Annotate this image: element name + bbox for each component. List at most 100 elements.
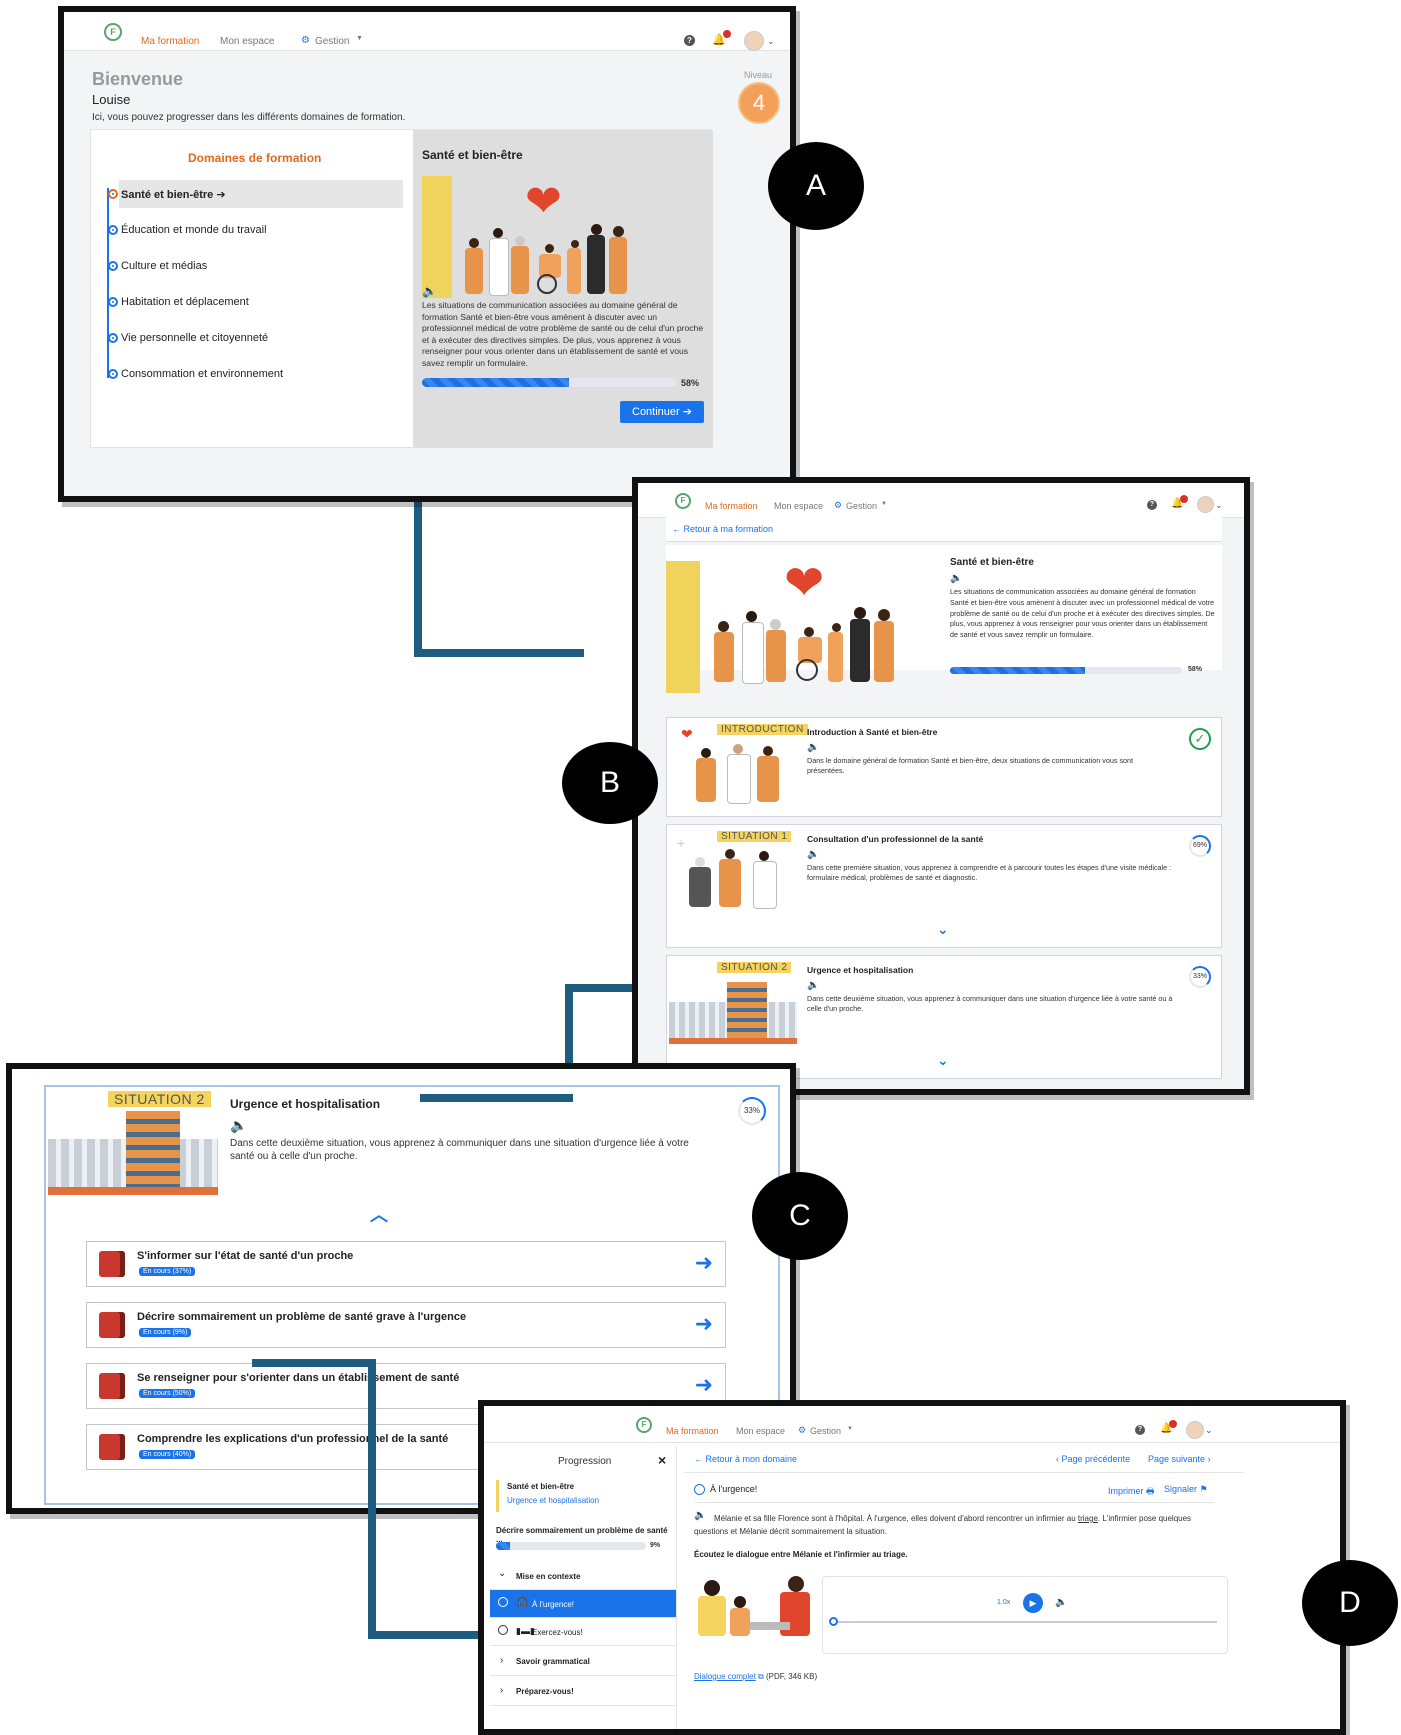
help-icon[interactable]: ? [1147, 500, 1157, 510]
avatar[interactable] [744, 31, 764, 51]
chevron-down-icon: ⌄ [1215, 500, 1223, 510]
situation-card-2[interactable]: SITUATION 2 Urgence et hospitalisation 🔈… [666, 955, 1222, 1079]
section-row[interactable]: ⌄ Mise en contexte [490, 1562, 676, 1590]
chevron-down-icon: ⌄ [498, 1568, 507, 1579]
continue-button[interactable]: Continuer ➔ [620, 401, 704, 423]
illustration-bar [666, 561, 700, 693]
chevron-down-icon[interactable]: ⌄ [937, 1052, 949, 1069]
radio-dot-icon [108, 225, 118, 235]
domain-progress-bar [422, 378, 676, 387]
nav-mon-espace[interactable]: Mon espace [736, 1426, 785, 1436]
chevron-right-icon: › [500, 1655, 504, 1666]
gear-icon: ⚙ [301, 35, 310, 46]
nav-gestion[interactable]: Gestion [315, 36, 349, 47]
speaker-icon[interactable]: 🔈 [807, 742, 819, 753]
health-illustration: ❤ [708, 555, 898, 685]
breadcrumb-bar: ← Retour à ma formation [666, 517, 1222, 542]
prev-page-link[interactable]: ‹ Page précédente [1056, 1454, 1130, 1464]
domain-item[interactable]: Éducation et monde du travail [108, 224, 267, 236]
avatar[interactable] [1186, 1421, 1204, 1439]
top-nav: F Ma formation Mon espace ⚙ Gestion ▼ ? … [484, 1406, 1340, 1443]
activity-row[interactable]: ▮▬▮ Exercez-vous! [490, 1618, 676, 1646]
nav-mon-espace[interactable]: Mon espace [774, 501, 823, 511]
sidebar-title: Progression [558, 1456, 612, 1467]
domain-item[interactable]: Vie personnelle et citoyenneté [108, 332, 268, 344]
domain-item[interactable]: Habitation et déplacement [108, 296, 249, 308]
situation-card-intro[interactable]: ❤ INTRODUCTION Introduction à Santé et b… [666, 717, 1222, 817]
bell-icon[interactable]: 🔔 [1160, 1420, 1178, 1434]
callout-d: D [1302, 1560, 1398, 1646]
help-icon[interactable]: ? [684, 35, 695, 46]
back-link[interactable]: ← Retour à mon domaine [694, 1454, 797, 1464]
nav-ma-formation[interactable]: Ma formation [705, 501, 758, 511]
speaker-icon[interactable]: 🔈 [807, 849, 819, 860]
speaker-icon[interactable]: 🔈 [422, 284, 437, 298]
situation-text: Dans cette deuxième situation, vous appr… [230, 1138, 689, 1162]
audio-player: 1.0x ▶ 🔈 [822, 1576, 1228, 1654]
domain-item[interactable]: Culture et médias [108, 260, 207, 272]
app-logo[interactable]: F [675, 493, 691, 509]
back-link[interactable]: ← Retour à ma formation [672, 524, 773, 534]
nav-ma-formation[interactable]: Ma formation [666, 1426, 719, 1436]
avatar[interactable] [1197, 496, 1214, 513]
lesson-row[interactable]: Décrire sommairement un problème de sant… [86, 1302, 726, 1348]
radio-dot-icon [108, 189, 118, 199]
book-icon [99, 1373, 125, 1399]
print-button[interactable]: Imprimer 🖶 [1108, 1484, 1155, 1500]
lesson-title: S'informer sur l'état de santé d'un proc… [137, 1250, 354, 1262]
nav-gestion[interactable]: Gestion [846, 501, 877, 511]
nav-mon-espace[interactable]: Mon espace [220, 36, 274, 47]
context-paragraph: Mélanie et sa fille Florence sont à l'hô… [694, 1514, 1192, 1536]
arrow-right-icon[interactable]: ➜ [695, 1311, 713, 1337]
arrow-right-icon[interactable]: ➜ [695, 1250, 713, 1276]
play-button[interactable]: ▶ [1023, 1593, 1043, 1613]
chevron-right-icon: › [500, 1685, 504, 1696]
domain-item[interactable]: Consommation et environnement [108, 368, 283, 380]
section-row[interactable]: › Préparez-vous! [490, 1676, 676, 1706]
situation-card-1[interactable]: + SITUATION 1 Consultation d'un professi… [666, 824, 1222, 948]
printer-icon: 🖶 [1146, 1486, 1155, 1496]
hospital-illustration [669, 980, 797, 1044]
report-button[interactable]: Signaler ⚑ [1164, 1484, 1208, 1495]
app-logo[interactable]: F [636, 1417, 652, 1433]
domain-header: ❤ Santé et bien-être 🔈 Les situations de… [666, 545, 1222, 693]
help-icon[interactable]: ? [1135, 1425, 1145, 1435]
volume-icon[interactable]: 🔈 [1055, 1597, 1067, 1608]
chevron-up-icon[interactable]: ︿ [370, 1201, 388, 1227]
chevron-down-icon[interactable]: ⌄ [937, 921, 949, 938]
section-row[interactable]: › Savoir grammatical [490, 1646, 676, 1676]
close-icon[interactable]: × [658, 1452, 666, 1468]
triage-link[interactable]: triage [1078, 1514, 1098, 1523]
lesson-row[interactable]: S'informer sur l'état de santé d'un proc… [86, 1241, 726, 1287]
radio-dot-icon [108, 261, 118, 271]
card-title: Introduction à Santé et bien-être [807, 727, 938, 737]
user-name: Louise [92, 92, 131, 107]
speaker-icon[interactable]: 🔈 [950, 573, 962, 584]
health-illustration: ❤ [461, 176, 631, 298]
audio-scrubber[interactable] [829, 1617, 838, 1626]
speed-control[interactable]: 1.0x [997, 1599, 1010, 1606]
speaker-icon[interactable]: 🔈 [230, 1117, 247, 1134]
speaker-icon[interactable]: 🔈 [807, 980, 819, 991]
app-logo[interactable]: F [104, 23, 122, 41]
radio-dot-icon [108, 333, 118, 343]
bell-icon[interactable]: 🔔 [1171, 495, 1189, 509]
nav-gestion[interactable]: Gestion [810, 1426, 841, 1436]
progress-percent: 58% [681, 378, 700, 388]
activity-row[interactable]: 🎧 À l'urgence! [490, 1590, 676, 1618]
domain-progress-bar [950, 667, 1182, 674]
bell-icon[interactable]: 🔔 [712, 30, 731, 46]
dialogue-meta: (PDF, 346 KB) [766, 1672, 818, 1681]
status-badge: En cours (40%) [139, 1450, 196, 1459]
next-page-link[interactable]: Page suivante › [1148, 1454, 1211, 1464]
chevron-left-icon: ‹ [1056, 1454, 1059, 1464]
chevron-down-icon: ▼ [356, 35, 363, 42]
progress-fill [422, 378, 570, 387]
dialogue-link[interactable]: Dialogue complet [694, 1672, 756, 1681]
nav-ma-formation[interactable]: Ma formation [141, 36, 199, 47]
audio-timeline[interactable] [833, 1621, 1217, 1623]
sidebar-situation[interactable]: Urgence et hospitalisation [507, 1496, 599, 1505]
arrow-right-icon[interactable]: ➜ [695, 1372, 713, 1398]
progress-fill [950, 667, 1085, 674]
domain-item[interactable]: Santé et bien-être ➔ [108, 188, 226, 201]
